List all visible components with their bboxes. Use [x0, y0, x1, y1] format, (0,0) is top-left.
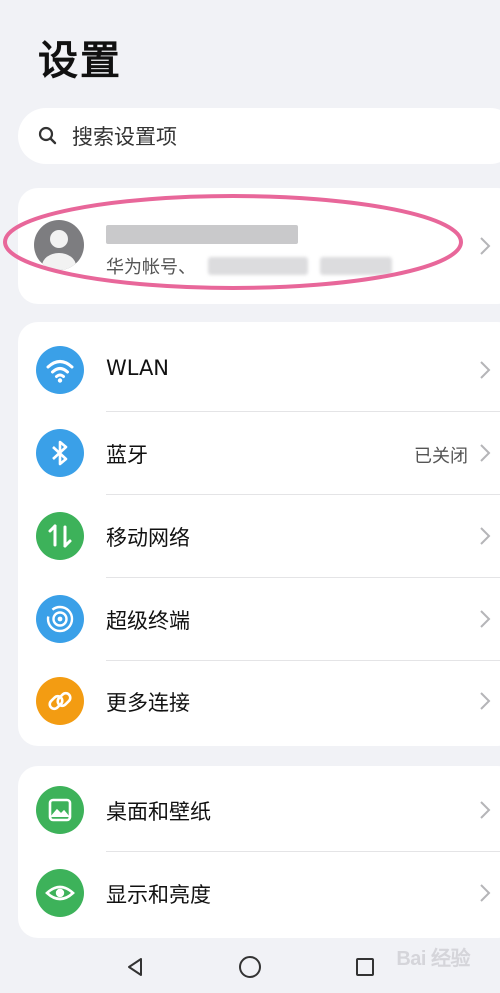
bluetooth-icon: [36, 429, 84, 477]
settings-item-label: 显示和亮度: [106, 883, 211, 907]
chevron-right-icon: [480, 801, 491, 819]
connectivity-card: WLAN 蓝牙 已关闭 移动网络 超级终端 更多连接: [18, 322, 500, 746]
settings-item-wallpaper[interactable]: 桌面和壁纸: [18, 768, 500, 852]
search-placeholder: 搜索设置项: [72, 125, 177, 149]
chevron-right-icon: [480, 692, 491, 710]
account-redacted-1: [208, 257, 308, 275]
account-card[interactable]: 华为帐号、: [18, 188, 500, 304]
settings-item-more-connections[interactable]: 更多连接: [18, 659, 500, 743]
search-icon: [38, 126, 57, 145]
settings-item-wlan[interactable]: WLAN: [18, 328, 500, 412]
chevron-right-icon: [480, 527, 491, 545]
settings-item-mobile-network[interactable]: 移动网络: [18, 494, 500, 578]
settings-item-bluetooth[interactable]: 蓝牙 已关闭: [18, 411, 500, 495]
account-subtitle-text: 华为帐号、: [106, 257, 196, 278]
settings-item-label: 蓝牙: [106, 443, 148, 467]
account-name-redacted: [106, 225, 298, 244]
account-subtitle: 华为帐号、: [106, 253, 392, 279]
settings-item-label: 桌面和壁纸: [106, 800, 211, 824]
watermark: Bai 经验: [396, 948, 470, 970]
chevron-right-icon: [480, 361, 491, 379]
settings-item-label: WLAN: [106, 356, 170, 380]
recents-square-icon[interactable]: [353, 955, 377, 979]
bluetooth-status: 已关闭: [414, 446, 468, 467]
link-icon: [36, 677, 84, 725]
avatar: [34, 220, 84, 270]
eye-icon: [36, 869, 84, 917]
settings-item-label: 更多连接: [106, 691, 190, 715]
chevron-right-icon: [480, 884, 491, 902]
mobile-data-icon: [36, 512, 84, 560]
settings-item-display[interactable]: 显示和亮度: [18, 851, 500, 935]
account-redacted-2: [320, 257, 392, 275]
wifi-icon: [36, 346, 84, 394]
settings-item-label: 超级终端: [106, 609, 190, 633]
super-device-icon: [36, 595, 84, 643]
wallpaper-icon: [36, 786, 84, 834]
settings-item-label: 移动网络: [106, 526, 190, 550]
search-bar[interactable]: 搜索设置项: [18, 108, 500, 164]
avatar-icon: [42, 230, 76, 270]
home-circle-icon[interactable]: [237, 954, 263, 980]
chevron-right-icon: [480, 444, 491, 462]
settings-item-super-device[interactable]: 超级终端: [18, 577, 500, 661]
back-triangle-icon[interactable]: [123, 955, 147, 979]
chevron-right-icon: [480, 237, 491, 255]
personalization-card: 桌面和壁纸 显示和亮度: [18, 766, 500, 938]
page-title: 设置: [38, 38, 122, 84]
chevron-right-icon: [480, 610, 491, 628]
